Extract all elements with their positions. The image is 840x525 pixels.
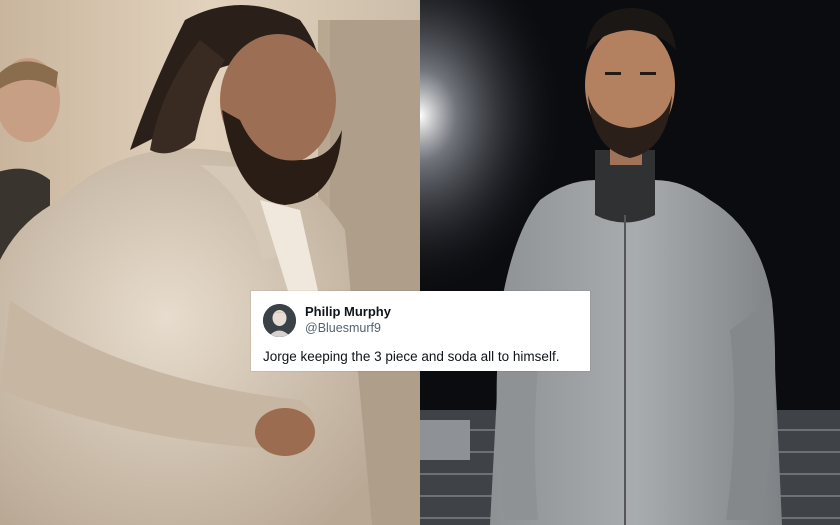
tweet-text: Jorge keeping the 3 piece and soda all t…: [263, 349, 560, 364]
tweet-header: Philip Murphy @Bluesmurf9: [263, 300, 578, 340]
tweet-card: Philip Murphy @Bluesmurf9 Jorge keeping …: [251, 291, 590, 371]
avatar[interactable]: [263, 303, 296, 337]
left-photo-graphic: [0, 0, 420, 525]
user-handle[interactable]: @Bluesmurf9: [305, 320, 391, 336]
right-photo-graphic: [420, 0, 840, 525]
display-name[interactable]: Philip Murphy: [305, 304, 391, 320]
avatar-image: [263, 303, 296, 337]
left-photo: [0, 0, 420, 525]
right-photo: [420, 0, 840, 525]
tweet-author: Philip Murphy @Bluesmurf9: [305, 304, 391, 336]
